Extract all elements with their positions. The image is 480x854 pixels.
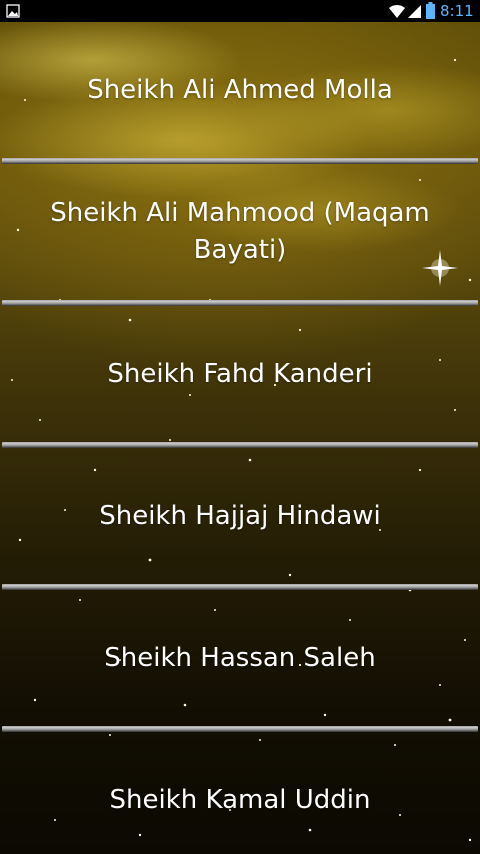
list-item[interactable]: Sheikh Hajjaj Hindawi [0,448,480,584]
list-item[interactable]: Sheikh Hassan Saleh [0,590,480,726]
status-clock: 8:11 [440,2,474,20]
reciter-name: Sheikh Kamal Uddin [109,784,371,815]
reciter-name: Sheikh Ali Ahmed Molla [87,74,393,105]
list-item[interactable]: Sheikh Kamal Uddin [0,732,480,854]
list-item[interactable]: Sheikh Ali Mahmood (Maqam Bayati) [0,164,480,300]
reciter-name: Sheikh Hassan Saleh [104,642,376,673]
reciter-name: Sheikh Fahd Kanderi [107,358,373,389]
gallery-notification-icon [6,4,20,18]
signal-icon [408,5,421,18]
reciter-name: Sheikh Ali Mahmood (Maqam Bayati) [50,198,430,265]
list-item[interactable]: Sheikh Fahd Kanderi [0,306,480,442]
status-bar: 8:11 [0,0,480,22]
reciter-list: Sheikh Ali Ahmed Molla Sheikh Ali Mahmoo… [0,22,480,854]
battery-icon [426,2,435,19]
list-item[interactable]: Sheikh Ali Ahmed Molla [0,22,480,158]
app-screen: 8:11 Sheikh Ali Ahmed Molla Sheikh Ali M… [0,0,480,854]
wifi-icon [389,4,405,18]
reciter-name: Sheikh Hajjaj Hindawi [99,500,381,531]
